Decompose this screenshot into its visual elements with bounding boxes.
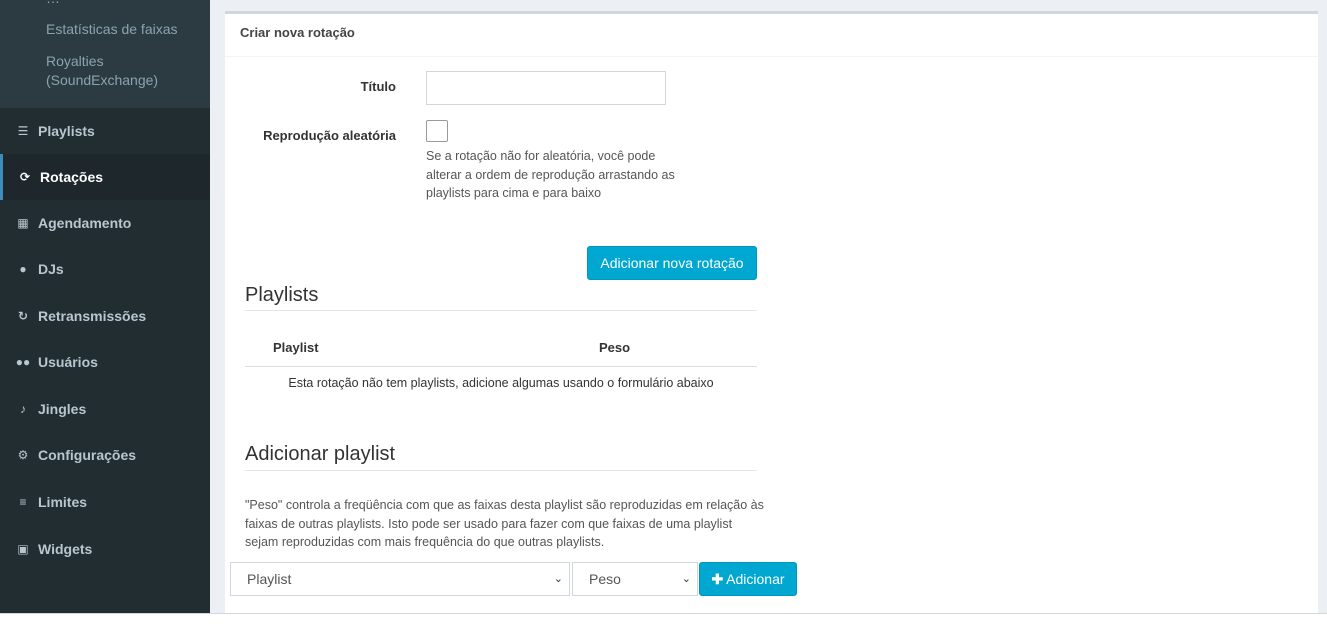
- cogs-icon: ⚙: [17, 448, 29, 462]
- plus-icon: ✚: [711, 570, 724, 587]
- title-input[interactable]: [426, 71, 666, 105]
- royalties-label-line2: (SoundExchange): [46, 72, 159, 88]
- royalties-label-line1: Royalties: [46, 53, 104, 69]
- sidebar: … Estatísticas de faixas Royalties (Soun…: [0, 0, 210, 613]
- sidebar-item-label: Playlists: [38, 123, 95, 139]
- gift-icon: ▣: [17, 542, 29, 556]
- sidebar-item-rotacoes[interactable]: ⟳ Rotações: [0, 154, 210, 200]
- bell-icon: ♪: [20, 402, 26, 416]
- sidebar-item-configuracoes[interactable]: ⚙ Configurações: [0, 432, 210, 478]
- add-rotation-button[interactable]: Adicionar nova rotação: [587, 246, 757, 280]
- sidebar-item-jingles[interactable]: ♪ Jingles: [0, 386, 210, 432]
- sidebar-item-playlists[interactable]: ☰ Playlists: [0, 108, 210, 154]
- add-playlist-button[interactable]: ✚ Adicionar: [699, 562, 797, 596]
- sidebar-item-limites[interactable]: ≡ Limites: [0, 479, 210, 525]
- shuffle-checkbox[interactable]: [426, 120, 448, 142]
- bottom-strip: [0, 613, 1327, 625]
- chevron-down-icon: ⌄: [681, 573, 691, 585]
- user-icon: ●: [19, 262, 27, 276]
- sidebar-item-usuarios[interactable]: ●● Usuários: [0, 339, 210, 385]
- shuffle-help-text: Se a rotação não for aleatória, você pod…: [426, 149, 675, 201]
- column-header-weight: Peso: [599, 340, 631, 355]
- add-playlist-divider: [245, 470, 757, 471]
- list-ol-icon: ≡: [19, 495, 27, 509]
- sidebar-item-label: Configurações: [38, 447, 137, 463]
- sidebar-item-djs[interactable]: ● DJs: [0, 246, 210, 292]
- playlists-empty-message: Esta rotação não tem playlists, adicione…: [288, 376, 714, 390]
- playlist-select-value: Playlist: [247, 571, 292, 587]
- weight-select-value: Peso: [589, 571, 621, 587]
- sidebar-item-label: Jingles: [38, 401, 87, 417]
- table-header-divider: [245, 366, 757, 367]
- sidebar-item-label: Rotações: [40, 169, 104, 185]
- shuffle-label: Reprodução aleatória: [263, 128, 396, 143]
- sidebar-item-widgets[interactable]: ▣ Widgets: [0, 526, 210, 572]
- sidebar-item-label: Widgets: [38, 541, 93, 557]
- add-playlist-button-label: Adicionar: [726, 571, 785, 587]
- box-title: Criar nova rotação: [225, 14, 1318, 57]
- list-icon: ☰: [17, 124, 29, 138]
- sidebar-item-retransmissoes[interactable]: ↻ Retransmissões: [0, 293, 210, 339]
- title-label: Título: [360, 79, 396, 94]
- chevron-down-icon: ⌄: [553, 573, 563, 585]
- repeat-icon: ↻: [17, 309, 29, 323]
- playlists-section-title: Playlists: [245, 284, 319, 306]
- refresh-icon: ⟳: [19, 170, 31, 184]
- sidebar-item-label: DJs: [38, 261, 64, 277]
- add-playlist-section-title: Adicionar playlist: [245, 443, 396, 465]
- weight-description: "Peso" controla a freqüência com que as …: [245, 498, 764, 550]
- sidebar-item-label: Retransmissões: [38, 308, 147, 324]
- sidebar-subitem-rotacoes-partial[interactable]: …: [46, 0, 60, 8]
- column-header-playlist: Playlist: [273, 340, 319, 355]
- sidebar-subitem-royalties[interactable]: Royalties (SoundExchange): [46, 52, 158, 90]
- calendar-icon: ▦: [17, 216, 29, 230]
- sidebar-item-agendamento[interactable]: ▦ Agendamento: [0, 200, 210, 246]
- sidebar-item-label: Agendamento: [38, 215, 132, 231]
- playlist-select[interactable]: Playlist ⌄: [230, 562, 570, 596]
- sidebar-submenu: … Estatísticas de faixas Royalties (Soun…: [0, 0, 210, 108]
- weight-select[interactable]: Peso ⌄: [572, 562, 698, 596]
- sidebar-subitem-track-stats[interactable]: Estatísticas de faixas: [46, 20, 178, 39]
- sidebar-item-label: Limites: [38, 494, 88, 510]
- users-icon: ●●: [15, 355, 31, 369]
- playlists-divider: [245, 310, 757, 311]
- sidebar-item-label: Usuários: [38, 354, 98, 370]
